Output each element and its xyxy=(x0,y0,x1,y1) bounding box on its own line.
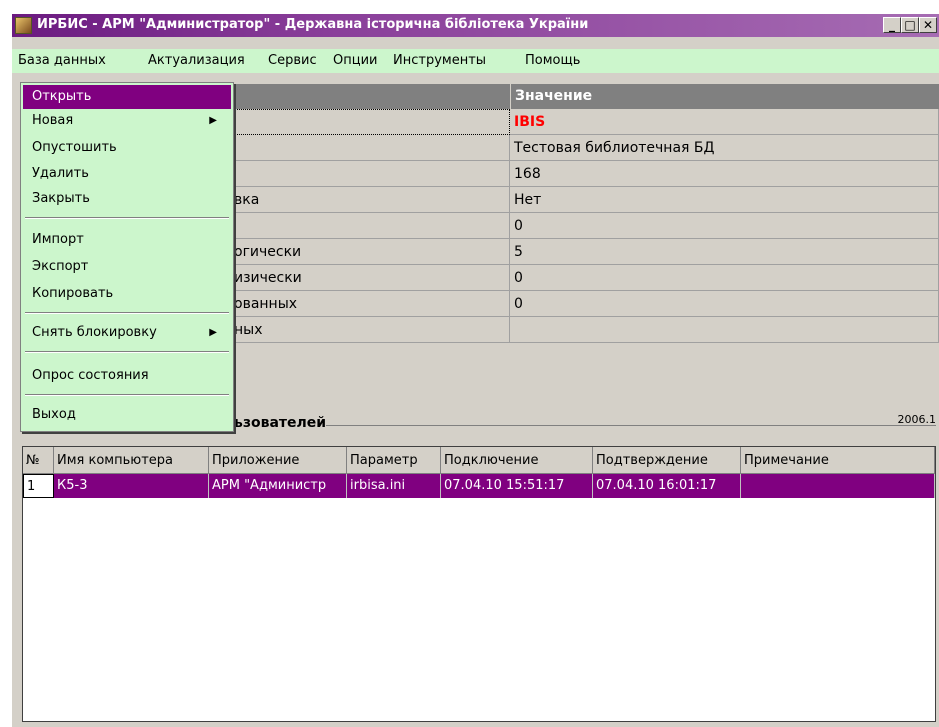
minimize-button[interactable]: _ xyxy=(883,17,901,33)
property-value xyxy=(510,317,939,343)
menu-item-exit[interactable]: Выход xyxy=(23,403,231,427)
property-value: IBIS xyxy=(510,109,939,135)
title-bar[interactable]: ИРБИС - АРМ "Администратор" - Державна і… xyxy=(12,14,939,37)
menu-item-delete[interactable]: Удалить xyxy=(23,162,231,186)
property-value-header: Значение xyxy=(510,84,939,109)
property-value: 5 xyxy=(510,239,939,265)
cell-confirmed[interactable]: 07.04.10 16:01:17 xyxy=(593,474,741,498)
connected-users-grid[interactable]: № Имя компьютера Приложение Параметр Под… xyxy=(22,446,936,722)
menu-separator xyxy=(25,351,229,353)
property-value: 168 xyxy=(510,161,939,187)
menu-item-new-label: Новая xyxy=(32,113,74,128)
cell-number[interactable]: 1 xyxy=(23,474,54,498)
cell-note[interactable] xyxy=(741,474,935,498)
property-value: 0 xyxy=(510,265,939,291)
grid-header-computer[interactable]: Имя компьютера xyxy=(54,447,209,474)
menu-help[interactable]: Помощь xyxy=(525,53,580,68)
grid-header-note[interactable]: Примечание xyxy=(741,447,935,474)
menu-item-unlock-label: Снять блокировку xyxy=(32,325,157,340)
cell-computer[interactable]: К5-3 xyxy=(54,474,209,498)
menu-separator xyxy=(25,217,229,219)
app-icon[interactable] xyxy=(15,17,32,34)
menu-item-status-query[interactable]: Опрос состояния xyxy=(23,364,231,388)
menu-tools[interactable]: Инструменты xyxy=(393,53,486,68)
menu-item-empty[interactable]: Опустошить xyxy=(23,136,231,160)
menu-item-new[interactable]: Новая ▶ xyxy=(23,109,231,133)
menu-item-import[interactable]: Импорт xyxy=(23,228,231,252)
window-title: ИРБИС - АРМ "Администратор" - Державна і… xyxy=(37,17,589,32)
menu-item-open[interactable]: Открыть xyxy=(23,85,231,109)
database-menu-dropdown: Открыть Новая ▶ Опустошить Удалить Закры… xyxy=(20,82,234,432)
close-button[interactable]: ✕ xyxy=(919,17,937,33)
property-value: Тестовая библиотечная БД xyxy=(510,135,939,161)
property-value: Нет xyxy=(510,187,939,213)
menu-database[interactable]: База данных xyxy=(18,53,106,68)
menu-item-unlock[interactable]: Снять блокировку ▶ xyxy=(23,321,231,345)
menu-separator xyxy=(25,394,229,396)
submenu-arrow-icon: ▶ xyxy=(209,327,217,338)
menu-service[interactable]: Сервис xyxy=(268,53,317,68)
submenu-arrow-icon: ▶ xyxy=(209,115,217,126)
cell-parameter[interactable]: irbisa.ini xyxy=(347,474,441,498)
menu-item-export[interactable]: Экспорт xyxy=(23,255,231,279)
grid-header-confirmed[interactable]: Подтверждение xyxy=(593,447,741,474)
property-value: 0 xyxy=(510,213,939,239)
grid-header-parameter[interactable]: Параметр xyxy=(347,447,441,474)
maximize-button[interactable]: □ xyxy=(901,17,919,33)
version-date: 2006.1 xyxy=(897,413,937,426)
cell-connected[interactable]: 07.04.10 15:51:17 xyxy=(441,474,593,498)
menu-actualization[interactable]: Актуализация xyxy=(148,53,245,68)
menu-separator xyxy=(25,312,229,314)
menu-bar: База данных Актуализация Сервис Опции Ин… xyxy=(12,49,939,73)
grid-header-application[interactable]: Приложение xyxy=(209,447,347,474)
menu-item-close[interactable]: Закрыть xyxy=(23,187,231,211)
menu-item-copy[interactable]: Копировать xyxy=(23,282,231,306)
grid-header-connected[interactable]: Подключение xyxy=(441,447,593,474)
grid-header-number[interactable]: № xyxy=(23,447,54,474)
cell-application[interactable]: АРМ "Администр xyxy=(209,474,347,498)
table-row[interactable]: 1 К5-3 АРМ "Администр irbisa.ini 07.04.1… xyxy=(23,474,935,498)
users-section-label: ьзователей xyxy=(234,415,327,431)
property-value: 0 xyxy=(510,291,939,317)
menu-options[interactable]: Опции xyxy=(333,53,377,68)
